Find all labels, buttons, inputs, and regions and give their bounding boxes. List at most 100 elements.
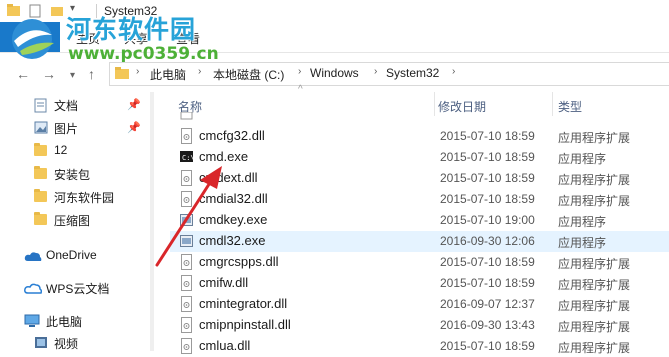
file-name: cmdext.dll	[199, 170, 258, 185]
file-row[interactable]: cmdkey.exe 2015-07-10 19:00 应用程序	[170, 210, 669, 231]
file-type: 应用程序扩展	[558, 131, 631, 145]
breadcrumb-this-pc[interactable]: 此电脑	[150, 66, 186, 83]
column-divider[interactable]	[434, 92, 435, 116]
file-name: cmifw.dll	[199, 275, 249, 290]
sidebar-scrollbar[interactable]	[150, 92, 154, 351]
sidebar-item-wps-cloud[interactable]: WPS云文档	[0, 277, 150, 299]
file-row[interactable]: cmdext.dll 2015-07-10 18:59 应用程序扩展	[170, 168, 669, 189]
video-icon	[35, 337, 47, 348]
cloud-icon	[24, 252, 42, 261]
sidebar-item-12[interactable]: 12	[0, 140, 150, 162]
file-row[interactable]: cmdial32.dll 2015-07-10 18:59 应用程序扩展	[170, 189, 669, 210]
file-modified-date: 2016-09-07 12:37	[440, 297, 535, 311]
file-modified-date: 2016-09-30 12:06	[440, 234, 535, 248]
file-row[interactable]: cmlua.dll 2015-07-10 18:59 应用程序扩展	[170, 336, 669, 357]
breadcrumb-windows[interactable]: Windows	[310, 66, 359, 80]
back-icon[interactable]: ←	[16, 66, 30, 82]
dll-icon	[181, 170, 192, 186]
sidebar-item-hedong[interactable]: 河东软件园	[0, 186, 150, 208]
address-chevron-icon[interactable]: ›	[452, 66, 455, 77]
recent-dropdown-icon[interactable]: ▾	[70, 70, 75, 81]
file-modified-date: 2015-07-10 18:59	[440, 150, 535, 164]
sidebar-item-label: 图片	[54, 122, 79, 136]
file-type: 应用程序扩展	[558, 194, 631, 208]
file-row[interactable]: cmcfg32.dll 2015-07-10 18:59 应用程序扩展	[170, 126, 669, 147]
file-name: cmdl32.exe	[199, 233, 266, 248]
file-modified-date: 2015-07-10 18:59	[440, 255, 535, 269]
sidebar-item-onedrive[interactable]: OneDrive	[0, 245, 150, 267]
dll-icon	[181, 338, 192, 354]
dll-icon	[181, 254, 192, 270]
column-header-row: 名称 修改日期 类型	[154, 92, 669, 116]
sidebar-item-label: 文档	[54, 99, 79, 113]
breadcrumb-system32[interactable]: System32	[386, 66, 439, 80]
svg-text:C:\: C:\	[182, 154, 193, 162]
file-modified-date: 2015-07-10 18:59	[440, 192, 535, 206]
watermark-title: 河东软件园	[66, 15, 197, 44]
file-modified-date: 2015-07-10 19:00	[440, 213, 535, 227]
sidebar-item-label: WPS云文档	[46, 282, 110, 296]
file-type: 应用程序	[558, 236, 607, 250]
file-name: cmgrcspps.dll	[199, 254, 279, 269]
up-icon[interactable]: ↑	[88, 66, 95, 82]
file-row[interactable]: C:\ cmd.exe 2015-07-10 18:59 应用程序	[170, 147, 669, 168]
folder-icon	[34, 189, 47, 202]
file-row[interactable]: cmipnpinstall.dll 2016-09-30 13:43 应用程序扩展	[170, 315, 669, 336]
exe-icon	[180, 235, 193, 247]
sidebar-item-installers[interactable]: 安装包	[0, 163, 150, 185]
file-type: 应用程序	[558, 215, 607, 229]
file-modified-date: 2016-09-30 13:43	[440, 318, 535, 332]
dll-icon	[181, 317, 192, 333]
column-header-date[interactable]: 修改日期	[438, 98, 486, 115]
breadcrumb-local-disk[interactable]: 本地磁盘 (C:)	[213, 66, 284, 83]
dll-icon	[181, 128, 192, 144]
address-chevron-icon[interactable]: ›	[374, 66, 377, 77]
file-row[interactable]: cmintegrator.dll 2016-09-07 12:37 应用程序扩展	[170, 294, 669, 315]
file-row[interactable]: cmgrcspps.dll 2015-07-10 18:59 应用程序扩展	[170, 252, 669, 273]
file-modified-date: 2015-07-10 18:59	[440, 276, 535, 290]
dll-icon	[181, 275, 192, 291]
sidebar-item-compressed[interactable]: 压缩图	[0, 209, 150, 231]
document-icon	[34, 98, 47, 113]
exe-icon	[180, 214, 193, 226]
watermark-url: www.pc0359.cn	[68, 44, 219, 64]
address-chevron-icon[interactable]: ›	[136, 66, 139, 77]
navigation-pane: 文档 📌 图片 📌 12 安装包 河东软件园 压缩图 OneDrive WPS云…	[0, 92, 150, 351]
picture-icon	[34, 121, 48, 134]
file-type: 应用程序扩展	[558, 257, 631, 271]
forward-icon[interactable]: →	[42, 66, 56, 82]
sidebar-item-pictures[interactable]: 图片 📌	[0, 117, 150, 139]
pin-icon[interactable]: 📌	[127, 121, 141, 134]
file-type: 应用程序扩展	[558, 299, 631, 313]
file-type: 应用程序	[558, 152, 607, 166]
address-chevron-icon[interactable]: ›	[298, 66, 301, 77]
file-name: cmipnpinstall.dll	[199, 317, 291, 332]
pin-icon[interactable]: 📌	[127, 98, 141, 111]
file-name: cmdial32.dll	[199, 191, 268, 206]
column-header-type[interactable]: 类型	[558, 98, 582, 115]
file-name: cmdkey.exe	[199, 212, 268, 227]
file-modified-date: 2015-07-10 18:59	[440, 171, 535, 185]
cmd-icon: C:\	[180, 151, 193, 162]
sidebar-item-this-pc[interactable]: 此电脑	[0, 310, 150, 332]
file-row[interactable]: cmdl32.exe 2016-09-30 12:06 应用程序	[170, 231, 669, 252]
address-chevron-icon[interactable]: ›	[198, 66, 201, 77]
computer-icon	[24, 314, 40, 327]
dll-icon	[181, 191, 192, 207]
sidebar-item-label: 压缩图	[54, 214, 91, 228]
sidebar-item-label: 视频	[54, 337, 79, 351]
file-type: 应用程序扩展	[558, 173, 631, 187]
file-row[interactable]: cmifw.dll 2015-07-10 18:59 应用程序扩展	[170, 273, 669, 294]
sidebar-item-label: 河东软件园	[54, 191, 115, 205]
address-folder-icon	[115, 67, 129, 79]
file-type: 应用程序扩展	[558, 278, 631, 292]
column-divider[interactable]	[552, 92, 553, 116]
sidebar-item-label: 12	[54, 143, 68, 157]
sidebar-item-label: 安装包	[54, 168, 91, 182]
file-modified-date: 2015-07-10 18:59	[440, 129, 535, 143]
folder-icon	[34, 212, 47, 225]
file-name: cmd.exe	[199, 149, 249, 164]
sidebar-item-documents[interactable]: 文档 📌	[0, 94, 150, 116]
file-type: 应用程序扩展	[558, 341, 631, 355]
file-name: cmintegrator.dll	[199, 296, 288, 311]
